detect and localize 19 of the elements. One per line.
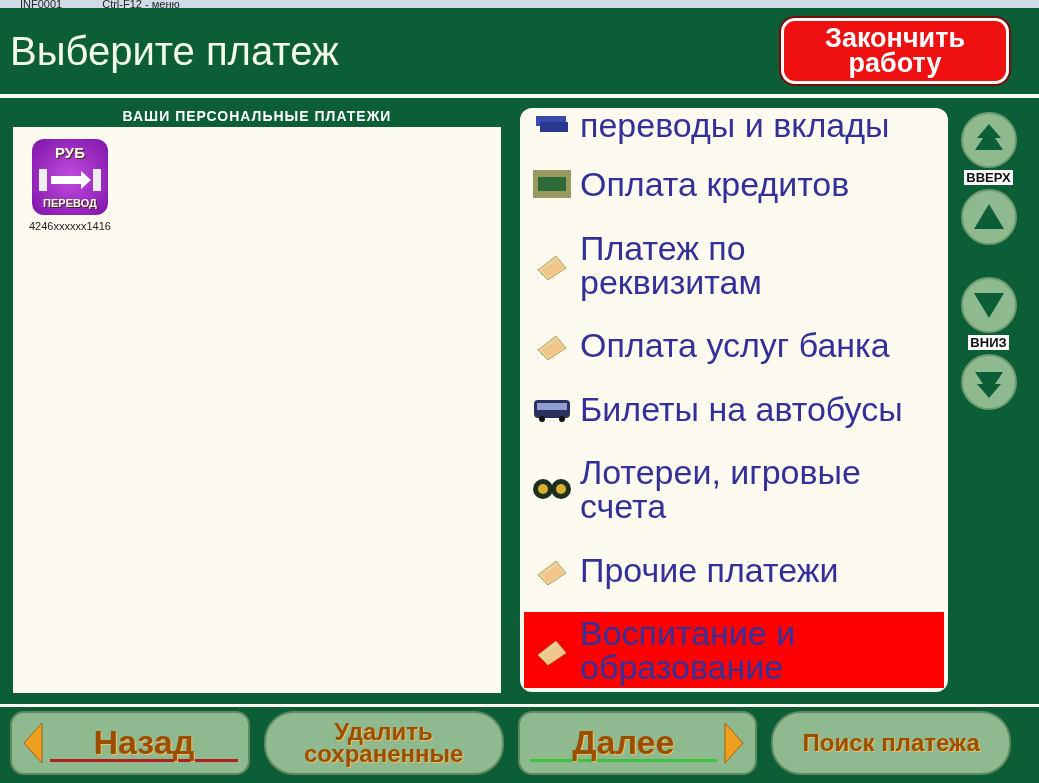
- category-item[interactable]: Оплата услуг банка: [524, 324, 944, 367]
- category-item[interactable]: Билеты на автобусы: [524, 387, 944, 430]
- category-item[interactable]: переводы и вклады: [524, 108, 944, 142]
- right-triangle-icon: [723, 721, 746, 765]
- category-item[interactable]: Оплата кредитов: [524, 163, 944, 206]
- app-name: INF0001: [20, 0, 63, 8]
- category-item[interactable]: Прочие платежи: [524, 548, 944, 591]
- people-arrow-icon: [36, 167, 103, 191]
- category-item[interactable]: Платеж по реквизитам: [524, 226, 944, 303]
- left-triangle-icon: [22, 721, 44, 765]
- scroll-top-label: ВВЕРХ: [964, 170, 1013, 185]
- card-number: 4246xxxxxx1416: [29, 220, 111, 232]
- category-item[interactable]: Лотереи, игровые счета: [524, 451, 944, 528]
- transfer-tile[interactable]: РУБ ПЕРЕВОД: [31, 139, 108, 215]
- panel-title: ВАШИ ПЕРСОНАЛЬНЫЕ ПЛАТЕЖИ: [121, 107, 393, 126]
- scroll-bottom-label: ВНИЗ: [968, 335, 1009, 350]
- finish-button[interactable]: Закончить работу: [781, 18, 1009, 84]
- menu-hint: Ctrl-F12 - меню: [102, 0, 180, 8]
- screen-title: Выберите платеж: [10, 28, 339, 74]
